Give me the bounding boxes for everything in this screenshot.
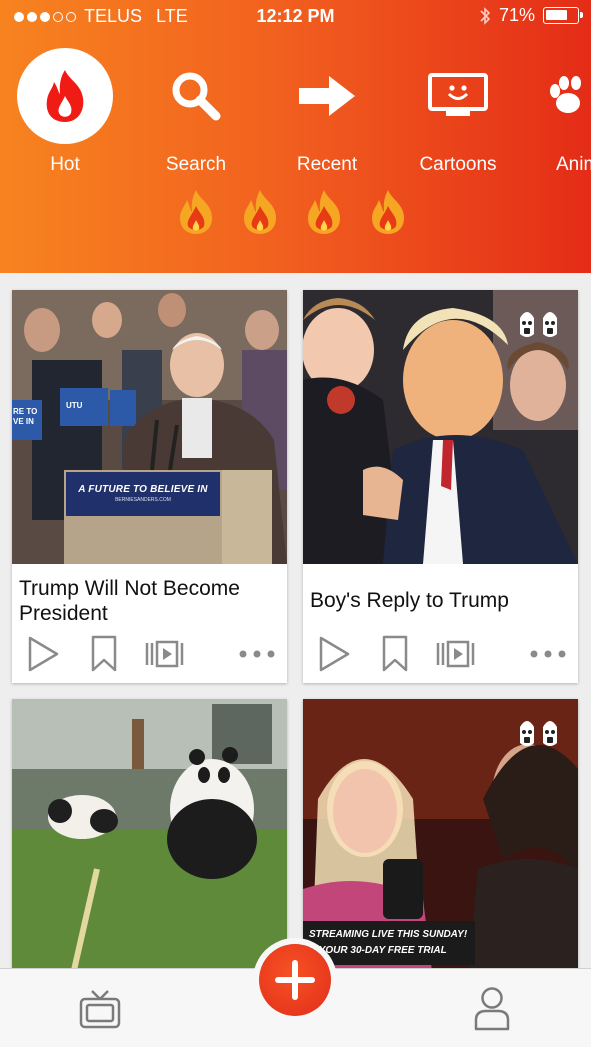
category-animals[interactable]: Animals [534, 48, 591, 176]
bookmark-icon [91, 635, 117, 672]
app-screen: TELUS LTE 12:12 PM 71% Hot Search Recent… [0, 0, 591, 1047]
battery-icon [543, 7, 583, 24]
bookmark-button[interactable] [375, 634, 415, 674]
gif-badge [517, 717, 560, 749]
mascot-icon [543, 721, 557, 746]
flame-emoji-icon [180, 190, 212, 234]
podium-sign: A FUTURE TO BELIEVE IN BERNIESANDERS.COM [78, 484, 208, 503]
bookmark-button[interactable] [84, 634, 124, 674]
bookmark-icon [382, 635, 408, 672]
add-icon [275, 960, 315, 1000]
arrow-right-icon [279, 48, 375, 144]
category-label: Animals [556, 154, 591, 175]
video-button[interactable] [142, 634, 188, 674]
battery-percent: 71% [498, 5, 535, 25]
flame-icon [17, 48, 113, 144]
more-button[interactable] [234, 634, 280, 674]
category-cartoons[interactable]: Cartoons [403, 48, 513, 176]
panda-enclosure-photo[interactable] [12, 699, 287, 979]
tv-icon [79, 989, 121, 1028]
svg-text:VE IN: VE IN [13, 417, 34, 426]
gif-badge [517, 308, 560, 340]
category-label: Hot [50, 154, 80, 175]
mascot-icon [520, 312, 534, 337]
mascot-icon [520, 721, 534, 746]
bernie-sanders-rally-photo[interactable]: RE TO VE IN UTU A FUTURE TO BELIEVE IN B… [12, 290, 287, 564]
video-button[interactable] [433, 634, 479, 674]
more-icon [239, 650, 275, 658]
gif-card[interactable]: Boy's Reply to Trump [303, 290, 578, 683]
flame-emoji-icon [372, 190, 404, 234]
wwe-interview-photo[interactable]: STREAMING LIVE THIS SUNDAY! FOR YOUR 30-… [303, 699, 578, 979]
category-search[interactable]: Search [141, 48, 251, 176]
more-icon [530, 650, 566, 658]
gif-card[interactable]: RE TO VE IN UTU A FUTURE TO BELIEVE IN B… [12, 290, 287, 683]
play-icon [28, 636, 59, 672]
status-bar: TELUS LTE 12:12 PM 71% [0, 0, 591, 34]
svg-text:UTU: UTU [66, 401, 83, 410]
category-label: Cartoons [419, 154, 497, 175]
video-icon [436, 640, 475, 668]
category-label: Search [165, 154, 227, 175]
tab-channels[interactable] [60, 969, 140, 1047]
card-title[interactable]: Trump Will Not Become President [19, 576, 279, 626]
add-button[interactable] [259, 944, 331, 1016]
mascot-icon [543, 312, 557, 337]
category-label: Recent [296, 154, 358, 175]
card-actions [303, 634, 578, 674]
card-actions [12, 634, 287, 674]
play-button[interactable] [20, 634, 66, 674]
category-hot[interactable]: Hot [10, 48, 120, 176]
svg-text:RE TO: RE TO [13, 407, 37, 416]
tab-profile[interactable] [452, 969, 532, 1047]
gif-card[interactable]: STREAMING LIVE THIS SUNDAY! FOR YOUR 30-… [303, 699, 578, 979]
promo-banner: STREAMING LIVE THIS SUNDAY! FOR YOUR 30-… [303, 921, 475, 965]
play-button[interactable] [311, 634, 357, 674]
gif-card[interactable] [12, 699, 287, 979]
paw-icon [534, 48, 591, 144]
category-header: TELUS LTE 12:12 PM 71% Hot Search Recent… [0, 0, 591, 273]
search-icon [148, 48, 244, 144]
flame-emoji-icon [244, 190, 276, 234]
trump-holding-boy-photo[interactable] [303, 290, 578, 564]
video-icon [145, 640, 184, 668]
bluetooth-icon [480, 6, 491, 25]
play-icon [319, 636, 350, 672]
tv-smiley-icon [410, 48, 506, 144]
more-button[interactable] [525, 634, 571, 674]
hot-rating [176, 188, 408, 236]
flame-emoji-icon [308, 190, 340, 234]
profile-icon [474, 986, 510, 1030]
card-title[interactable]: Boy's Reply to Trump [310, 588, 570, 613]
category-recent[interactable]: Recent [272, 48, 382, 176]
